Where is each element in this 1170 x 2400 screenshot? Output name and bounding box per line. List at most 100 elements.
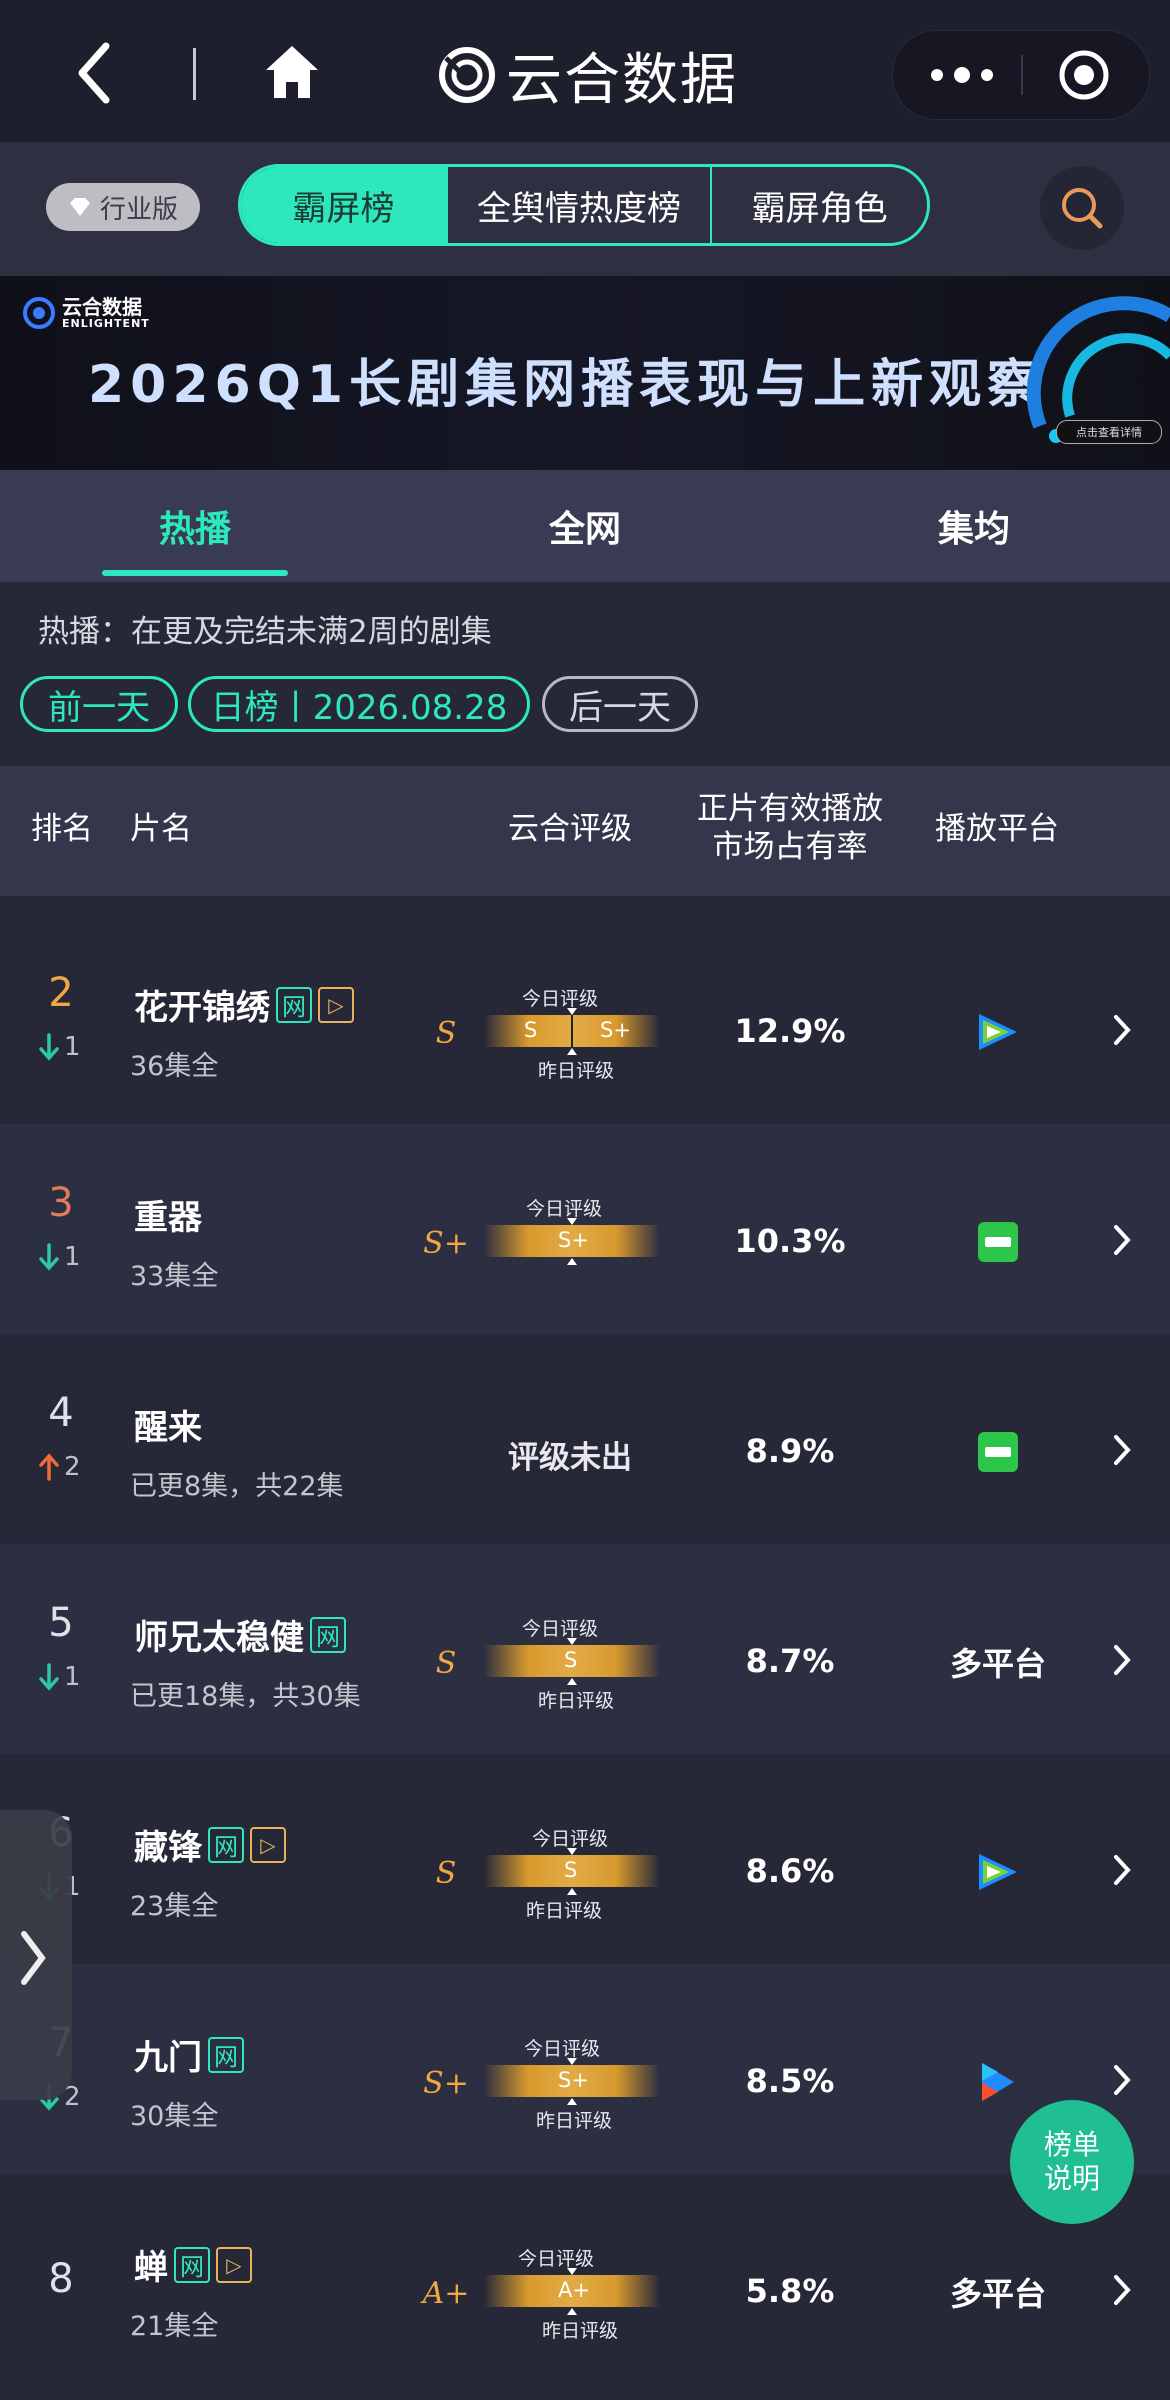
yesterday-grade-marker [567,1888,577,1895]
tab-public-opinion-heat[interactable]: 全舆情热度榜 [445,167,710,243]
platform-multi: 多平台 [949,2275,1046,2313]
banner-logo-en: ENLIGHTENT [62,316,150,330]
ranking-explanation-button[interactable]: 榜单 说明 [1010,2100,1134,2224]
previous-day-button[interactable]: 前一天 [20,676,178,732]
grade-bar-text-2: S+ [600,1018,631,1042]
episode-info: 33集全 [130,1261,219,1292]
table-row[interactable]: 7 2 九门 网 30集全 S+ 今日评级 S+ 昨日评级 8.5% [0,1964,1170,2174]
drama-title[interactable]: 花开锦绣 网 ▷ [134,980,354,1029]
today-grade-label: 今日评级 [522,1618,599,1640]
back-icon[interactable] [70,38,120,108]
table-row[interactable]: 3 1 重器 33集全 S+ 今日评级 S+ 10.3% [0,1124,1170,1334]
grade-bar-text: S [524,1018,538,1042]
yesterday-grade-label: 昨日评级 [538,1690,615,1712]
tab-hot[interactable]: 热播 [95,500,295,552]
platform [918,1842,1078,1902]
drama-title[interactable]: 藏锋 网 ▷ [134,1820,286,1869]
tab-all-network[interactable]: 全网 [485,500,685,552]
rank-change-value: 1 [64,1662,81,1692]
filter-section: 热播：在更及完结未满2周的剧集 前一天 日榜丨2026.08.28 后一天 [0,582,1170,766]
today-grade-marker [567,1218,577,1225]
report-banner[interactable]: 云合数据 ENLIGHTENT 2026Q1长剧集网播表现与上新观察 点击查看详… [0,276,1170,470]
yesterday-grade-label: 昨日评级 [538,1060,615,1082]
side-drawer-handle[interactable] [0,1810,72,2100]
grade-bar: 今日评级 S+ 昨日评级 [484,2022,660,2132]
view-details-button[interactable]: 点击查看详情 [1056,420,1162,444]
brand: 云合数据 [438,40,738,113]
episode-info: 已更8集，共22集 [130,1471,344,1502]
industry-version-label: 行业版 [99,194,178,225]
yesterday-grade-marker [567,1258,577,1265]
chevron-right-icon[interactable] [1110,2272,1134,2308]
drama-title[interactable]: 蝉 网 ▷ [134,2240,252,2289]
chevron-right-icon[interactable] [1110,1432,1134,1468]
column-title: 片名 [130,811,192,847]
today-grade-marker [567,2268,577,2275]
market-share: 8.5% [745,2062,835,2100]
banner-headline: 2026Q1长剧集网播表现与上新观察 [88,355,1046,415]
drama-name: 醒来 [134,1408,202,1448]
title-bar: 云合数据 [0,0,1170,142]
chevron-right-icon[interactable] [1110,1222,1134,1258]
list-description: 热播：在更及完结未满2周的剧集 [38,614,492,650]
close-miniprogram-icon[interactable] [1056,47,1112,103]
more-icon[interactable] [927,59,997,91]
column-rank: 排名 [31,811,93,847]
market-share: 8.9% [745,1432,835,1470]
drama-title[interactable]: 九门 网 [134,2030,244,2079]
table-row[interactable]: 5 1 师兄太稳健 网 已更18集，共30集 S 今日评级 S 昨日评级 8.7… [0,1544,1170,1754]
market-share: 5.8% [745,2272,835,2310]
grade-bar: 今日评级 A+ 昨日评级 [484,2232,660,2342]
tab-per-episode[interactable]: 集均 [874,500,1074,552]
column-rating: 云合评级 [508,811,632,847]
search-icon [1062,188,1103,229]
market-share: 8.6% [745,1852,835,1890]
banner-logo-cn: 云合数据 [62,294,142,319]
tab-screen-dominance[interactable]: 霸屏榜 [241,167,446,243]
rank-number: 5 [48,1600,74,1646]
grade-bar-text: S [564,1858,578,1882]
grade-bar: 今日评级 S 昨日评级 [484,1812,660,1922]
chevron-right-icon [21,1931,46,1985]
next-day-button[interactable]: 后一天 [542,676,698,732]
drama-title[interactable]: 师兄太稳健 网 [134,1610,346,1659]
rank-number: 8 [48,2256,74,2302]
grade-bar-text: S+ [558,2068,589,2092]
chevron-right-icon[interactable] [1110,1642,1134,1678]
market-share: 8.7% [745,1642,835,1680]
tab-screen-roles[interactable]: 霸屏角色 [710,167,927,243]
yesterday-grade-label: 昨日评级 [542,2320,619,2342]
drama-title[interactable]: 重器 [134,1190,202,1239]
play-tag-icon: ▷ [250,1826,286,1863]
yesterday-grade-marker [567,1048,577,1055]
table-row[interactable]: 2 1 花开锦绣 网 ▷ 36集全 S 今日评级 S S+ 昨日评级 12.9% [0,914,1170,1124]
episode-info: 已更18集，共30集 [130,1681,361,1712]
web-drama-tag: 网 [208,2036,244,2073]
drama-title[interactable]: 醒来 [134,1400,202,1449]
web-drama-tag: 网 [208,1826,244,1863]
yesterday-grade-label: 昨日评级 [536,2110,613,2132]
table-row[interactable]: 6 1 藏锋 网 ▷ 23集全 S 今日评级 S 昨日评级 8.6% [0,1754,1170,1964]
today-grade-label: 今日评级 [518,2248,595,2270]
home-icon[interactable] [262,42,322,102]
table-row[interactable]: 8 蝉 网 ▷ 21集全 A+ 今日评级 A+ 昨日评级 5.8% 多平台 [0,2174,1170,2384]
grade-bar-text: S+ [558,1228,589,1252]
enlightent-logo-icon [439,47,495,103]
ranking-type-bar: 行业版 霸屏榜 全舆情热度榜 霸屏角色 [0,142,1170,276]
chevron-right-icon[interactable] [1110,1012,1134,1048]
yesterday-grade-marker [567,2098,577,2105]
fab-line2: 说明 [1043,2162,1100,2195]
industry-version-button[interactable]: 行业版 [46,183,200,231]
table-row[interactable]: 4 2 醒来 已更8集，共22集 评级未出 8.9% [0,1334,1170,1544]
miniprogram-capsule [892,30,1150,120]
date-selector[interactable]: 日榜丨2026.08.28 [188,676,530,732]
grade-bar: 今日评级 S 昨日评级 [484,1602,660,1712]
today-grade-marker [567,1638,577,1645]
chevron-right-icon[interactable] [1110,1852,1134,1888]
banner-logo: 云合数据 ENLIGHTENT [22,296,150,330]
nav-divider [193,48,196,100]
table-header: 排名 片名 云合评级 正片有效播放 市场占有率 播放平台 [0,766,1170,896]
chevron-right-icon[interactable] [1110,2062,1134,2098]
search-button[interactable] [1040,166,1124,250]
today-grade-marker [567,1008,577,1015]
